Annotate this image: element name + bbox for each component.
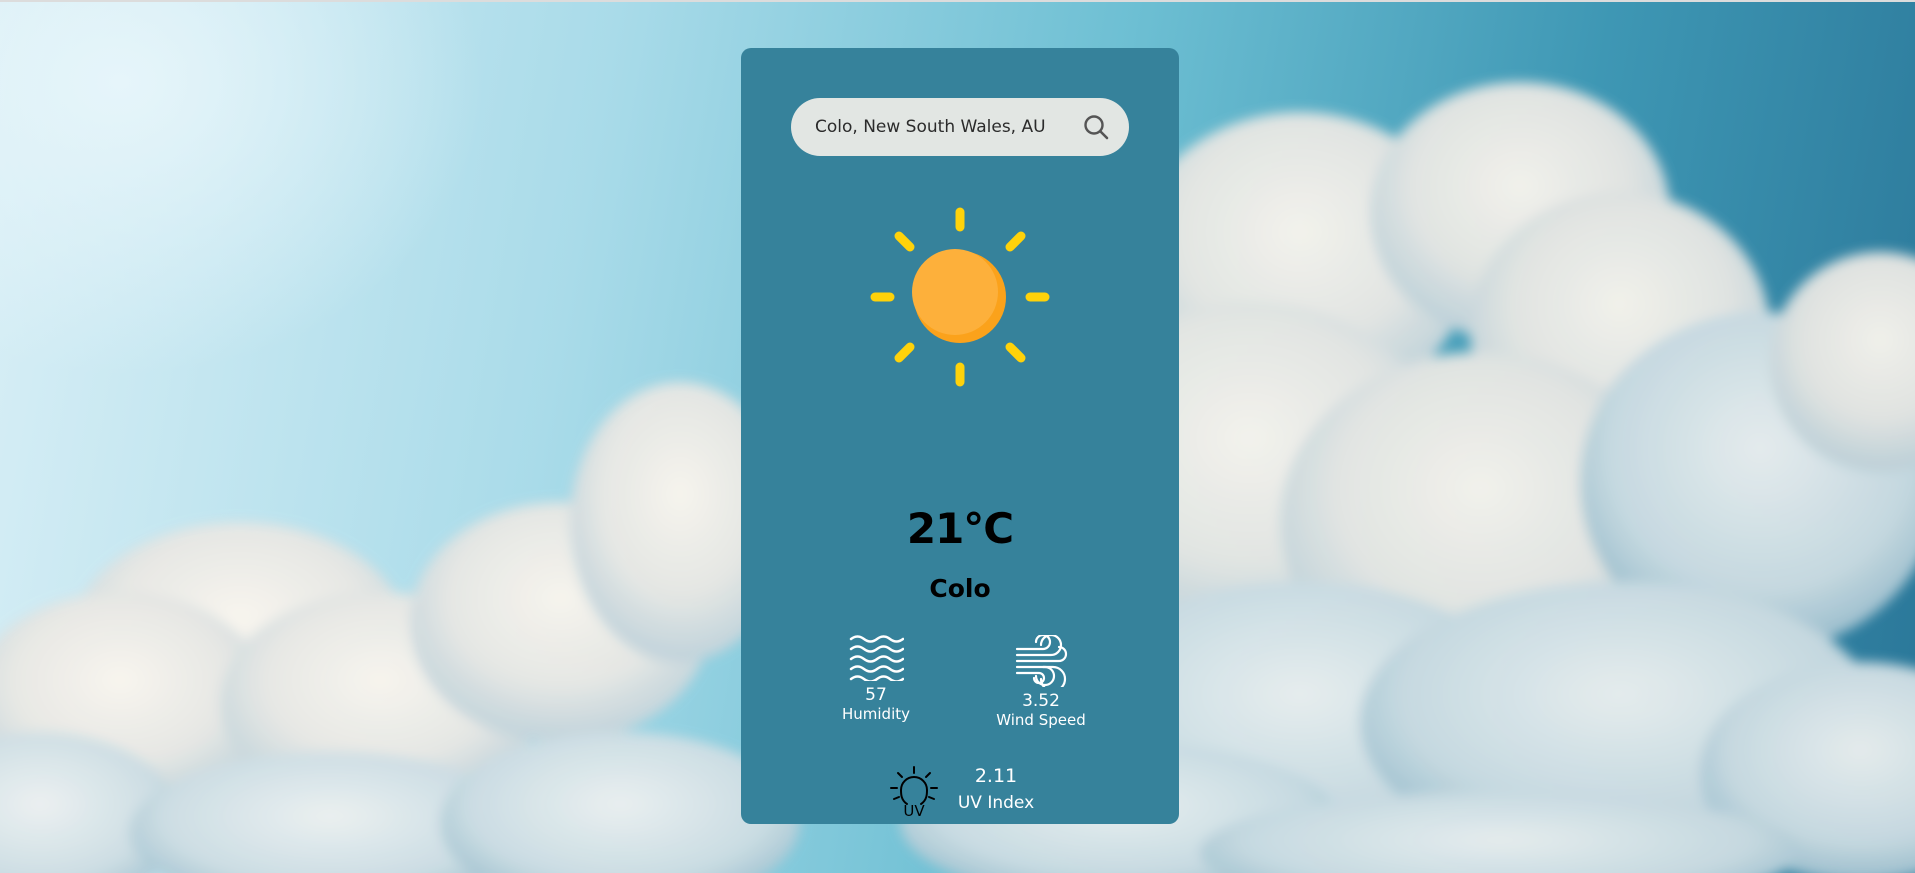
city-name: Colo	[929, 574, 991, 603]
search-icon	[1084, 115, 1109, 140]
uv-value: 2.11	[974, 765, 1018, 787]
search-bar	[791, 98, 1129, 156]
humidity-stat: 57 Humidity	[826, 633, 926, 723]
uv-label: UV Index	[957, 793, 1035, 813]
weather-card: 21°C Colo 57 Humidity 3.52	[741, 48, 1179, 824]
wind-icon	[1015, 633, 1068, 693]
search-button[interactable]	[1081, 112, 1111, 142]
humidity-label: Humidity	[841, 705, 910, 723]
uv-icon-text: UV	[903, 802, 925, 818]
wind-value: 3.52	[1022, 691, 1060, 711]
wind-label: Wind Speed	[996, 711, 1086, 729]
waves-icon	[849, 635, 905, 683]
humidity-value: 57	[865, 685, 887, 705]
search-input[interactable]	[815, 117, 1075, 137]
uv-stat: 2.11 UV Index	[951, 765, 1041, 813]
sun-icon	[870, 207, 1050, 387]
uv-bulb-icon: UV	[890, 766, 938, 818]
wind-stat: 3.52 Wind Speed	[986, 633, 1096, 729]
temperature: 21°C	[906, 504, 1014, 553]
